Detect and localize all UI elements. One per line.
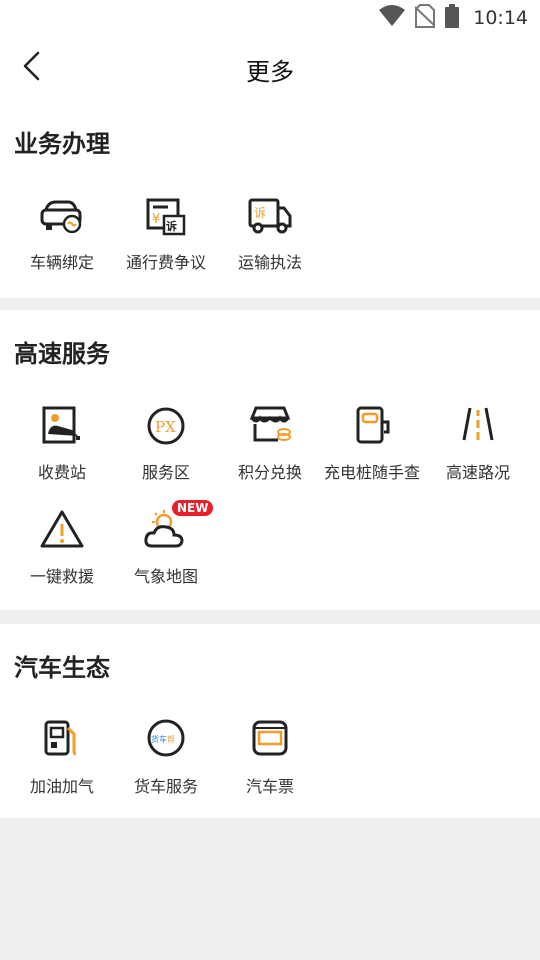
svg-text:诉: 诉	[166, 219, 177, 233]
svg-text:帮: 帮	[167, 734, 175, 744]
points-store-icon	[246, 404, 294, 452]
status-bar: 10:14	[0, 0, 540, 36]
page-title: 更多	[246, 58, 294, 86]
item-rescue[interactable]: 一键救援	[10, 508, 114, 588]
item-weather-map[interactable]: NEW 气象地图	[114, 500, 218, 588]
road-condition-icon	[454, 404, 502, 452]
item-truck-service[interactable]: 货车 帮 货车服务	[114, 718, 218, 798]
item-label: 服务区	[141, 463, 190, 482]
warning-icon	[38, 508, 86, 556]
toll-dispute-icon: ¥ 诉	[142, 194, 190, 242]
service-area-icon: PX	[142, 404, 190, 452]
item-points-exchange[interactable]: 积分兑换	[218, 404, 322, 484]
wifi-icon	[379, 5, 406, 31]
charging-pile-icon	[350, 404, 398, 452]
battery-icon	[445, 4, 460, 32]
truck-service-icon: 货车 帮	[142, 718, 190, 766]
bus-ticket-icon	[246, 718, 294, 766]
weather-icon: NEW	[142, 500, 214, 556]
section-title: 高速服务	[14, 340, 110, 368]
section-business: 业务办理 车辆绑定 ¥ 诉 通行费争议 诉 运输执法	[0, 100, 540, 298]
section-title: 业务办理	[14, 130, 110, 158]
transport-enforcement-icon: 诉	[246, 194, 294, 242]
item-label: 车辆绑定	[29, 253, 94, 272]
item-label: 充电桩随手查	[324, 463, 421, 482]
section-title: 汽车生态	[14, 654, 110, 682]
svg-text:¥: ¥	[152, 212, 160, 227]
fuel-pump-icon	[38, 718, 86, 766]
app-bar: 更多	[0, 36, 540, 100]
item-label: 积分兑换	[237, 463, 302, 482]
no-sim-icon	[414, 4, 436, 32]
item-service-area[interactable]: PX 服务区	[114, 404, 218, 484]
status-time: 10:14	[473, 7, 528, 29]
item-fuel[interactable]: 加油加气	[10, 718, 114, 798]
item-toll-station[interactable]: 收费站	[10, 404, 114, 484]
item-label: 收费站	[37, 463, 86, 482]
empty-background	[0, 818, 540, 960]
section-auto-ecosystem: 汽车生态 加油加气 货车 帮 货车服务 汽车票	[0, 624, 540, 818]
item-label: 气象地图	[133, 567, 198, 586]
svg-text:PX: PX	[155, 418, 176, 436]
item-label: 加油加气	[29, 777, 94, 796]
item-label: 高速路况	[445, 463, 510, 482]
toll-station-icon	[38, 404, 86, 452]
new-badge: NEW	[172, 500, 214, 516]
item-label: 货车服务	[133, 777, 198, 796]
item-road-condition[interactable]: 高速路况	[426, 404, 530, 484]
item-label: 一键救援	[29, 567, 94, 586]
section-highway: 高速服务 收费站 PX 服务区 积分兑换 充电桩随手查 高速路况 一键救援 NE…	[0, 310, 540, 610]
item-bus-ticket[interactable]: 汽车票	[218, 718, 322, 798]
item-label: 汽车票	[245, 777, 294, 796]
svg-text:诉: 诉	[254, 206, 266, 220]
item-label: 通行费争议	[125, 253, 206, 272]
item-toll-dispute[interactable]: ¥ 诉 通行费争议	[114, 194, 218, 274]
car-bind-icon	[38, 194, 86, 242]
item-transport-enforcement[interactable]: 诉 运输执法	[218, 194, 322, 274]
item-charging-pile[interactable]: 充电桩随手查	[322, 404, 426, 484]
item-car-binding[interactable]: 车辆绑定	[10, 194, 114, 274]
svg-text:货车: 货车	[151, 734, 167, 744]
item-label: 运输执法	[237, 253, 302, 272]
